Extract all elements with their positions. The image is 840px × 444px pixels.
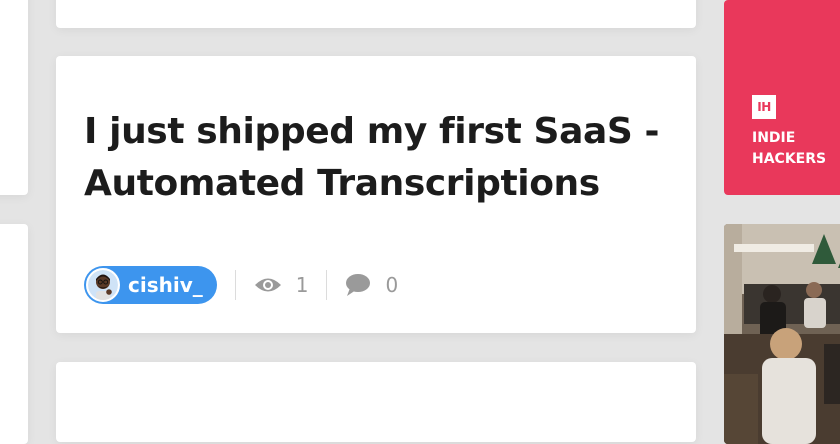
post-card[interactable]: I just shipped my first SaaS - Automated… bbox=[56, 56, 696, 333]
author-name: cishiv_ bbox=[128, 273, 203, 297]
avatar bbox=[86, 268, 120, 302]
post-card-below[interactable] bbox=[56, 362, 696, 442]
divider bbox=[326, 270, 328, 300]
cafe-photo bbox=[724, 224, 840, 444]
indie-hackers-card[interactable]: IH INDIE HACKERS bbox=[724, 0, 840, 195]
comment-count-value: 0 bbox=[385, 273, 399, 297]
post-card-above[interactable] bbox=[56, 0, 696, 28]
indie-hackers-label: INDIE HACKERS bbox=[752, 130, 827, 167]
post-title[interactable]: I just shipped my first SaaS - Automated… bbox=[84, 106, 664, 210]
comment-count[interactable]: 0 bbox=[345, 273, 398, 297]
left-card-partial[interactable] bbox=[0, 224, 28, 444]
speech-bubble-icon bbox=[346, 274, 371, 296]
left-card-partial[interactable] bbox=[0, 0, 28, 195]
author-badge[interactable]: cishiv_ bbox=[84, 266, 217, 304]
post-meta: cishiv_ 1 0 bbox=[84, 264, 398, 306]
indie-hackers-logo: IH bbox=[752, 95, 776, 119]
photo-card[interactable] bbox=[724, 224, 840, 444]
eye-icon bbox=[254, 278, 281, 292]
view-count: 1 bbox=[254, 273, 309, 297]
divider bbox=[234, 270, 236, 300]
view-count-value: 1 bbox=[295, 273, 309, 297]
